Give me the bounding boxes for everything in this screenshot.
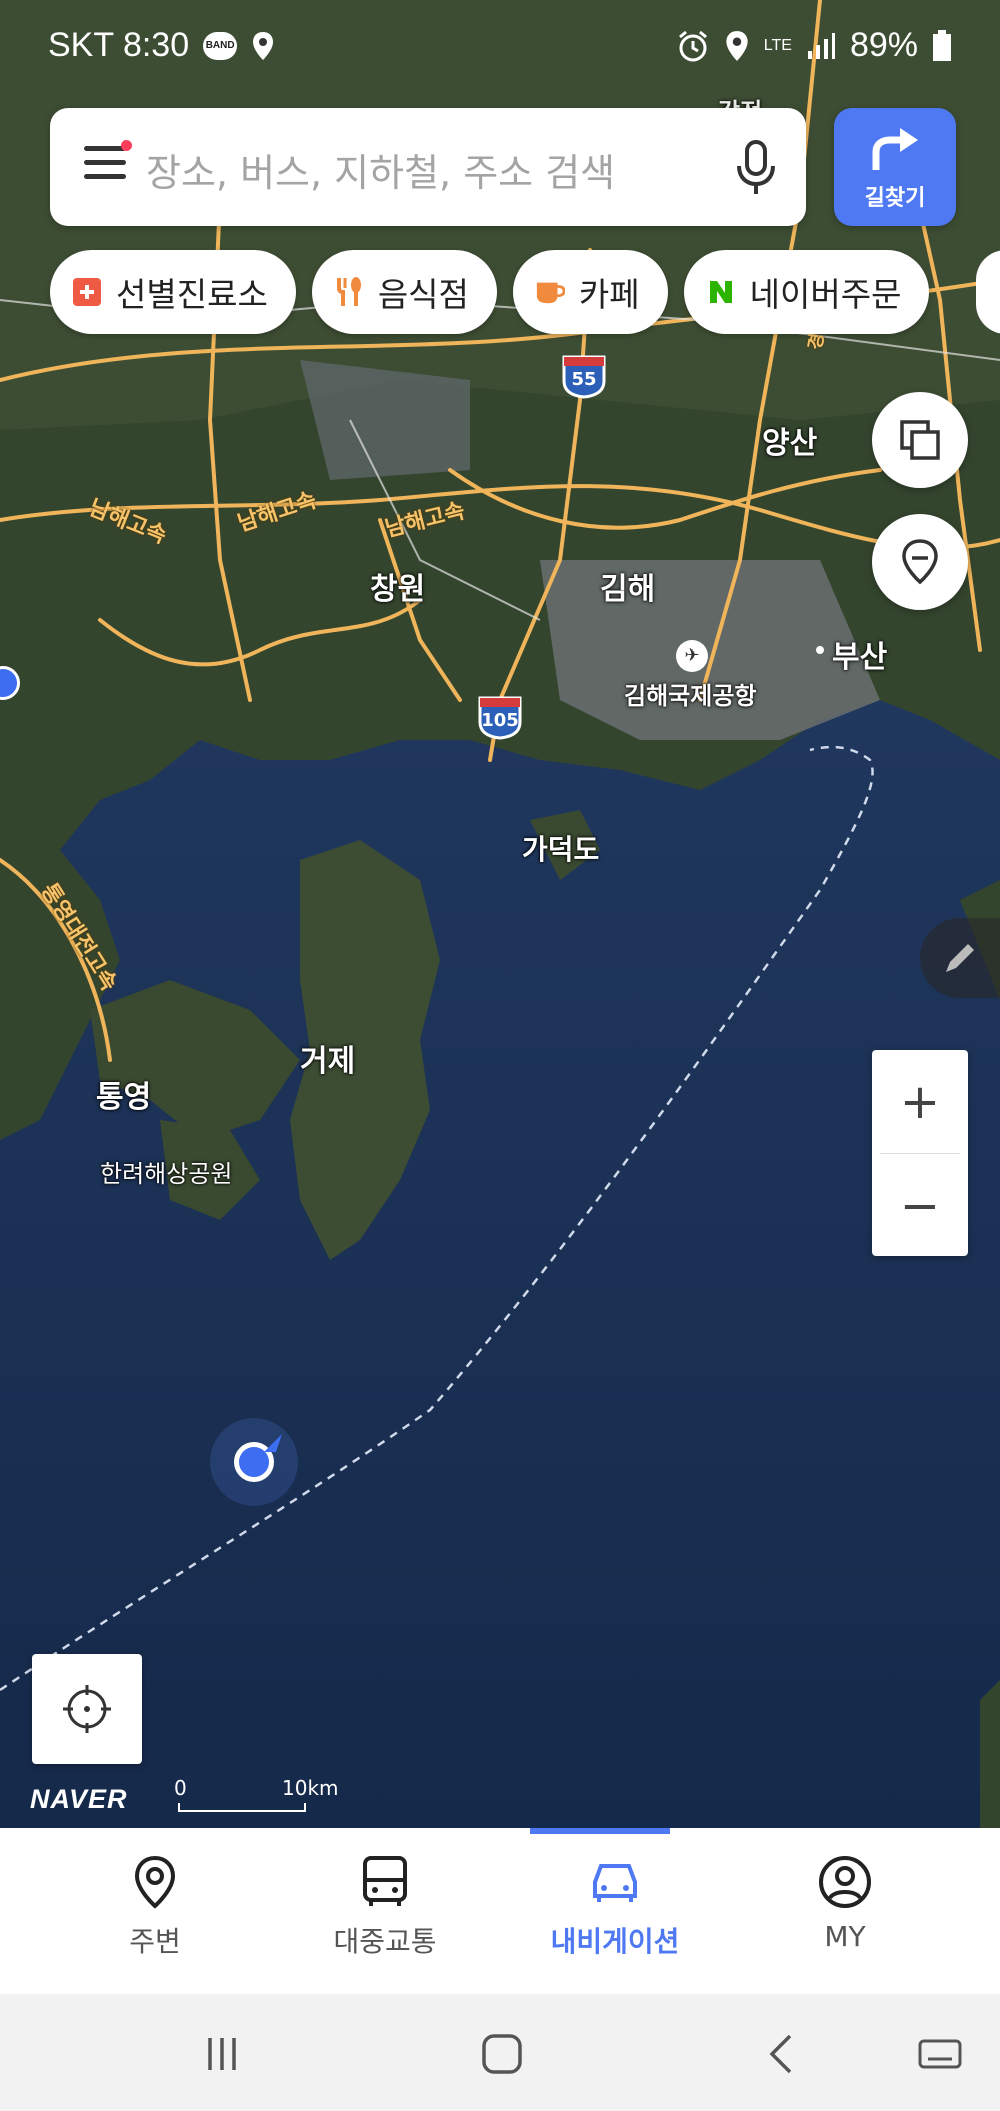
- system-nav-bar: [0, 1994, 1000, 2111]
- bottom-tab-bar: 주변 대중교통 내비게이션 MY: [0, 1828, 1000, 1994]
- chip-restaurant[interactable]: 음식점: [311, 250, 497, 334]
- status-bar: SKT 8:30 BAND LTE 89%: [0, 0, 1000, 90]
- battery-icon: [933, 29, 951, 61]
- chip-screening-clinic[interactable]: 선별진료소: [50, 250, 296, 334]
- tab-navigation[interactable]: 내비게이션: [500, 1828, 730, 1994]
- naver-n-icon: [706, 277, 736, 307]
- pin-outline-icon: [902, 539, 938, 585]
- category-chips: 선별진료소 음식점 카페 네이버주문: [50, 250, 930, 334]
- tab-label: 내비게이션: [550, 1925, 680, 1958]
- bus-icon: [363, 1856, 407, 1906]
- battery-percent: 89%: [849, 26, 918, 64]
- tab-my[interactable]: MY: [730, 1828, 960, 1994]
- place-label-hallyeo: 한려해상공원: [100, 1160, 233, 1188]
- crosshair-icon: [63, 1685, 111, 1733]
- layers-icon: [900, 420, 940, 460]
- tab-label: 대중교통: [333, 1925, 437, 1958]
- chip-label: 네이버주문: [749, 275, 902, 314]
- scale-zero: 0: [174, 1776, 187, 1800]
- current-location-button[interactable]: [32, 1654, 142, 1764]
- zoom-control: + −: [872, 1050, 968, 1256]
- turn-right-arrow-icon: [872, 128, 918, 170]
- chip-naver-order[interactable]: 네이버주문: [683, 250, 930, 334]
- tab-label: MY: [824, 1920, 866, 1953]
- carrier-time: SKT 8:30: [48, 26, 190, 64]
- place-label-tongyeong: 통영: [96, 1080, 152, 1115]
- highway-shield-105: 105: [476, 696, 524, 740]
- search-bar[interactable]: 장소, 버스, 지하철, 주소 검색: [50, 108, 806, 226]
- place-label-changwon: 창원: [370, 572, 426, 607]
- recents-icon: [208, 2038, 236, 2070]
- map-scale: 0 10km: [172, 1776, 339, 1812]
- map-layers-button[interactable]: [872, 392, 968, 488]
- current-location-marker: [210, 1418, 298, 1506]
- alarm-icon: [678, 30, 707, 61]
- place-label-busan: 부산: [832, 640, 888, 675]
- signal-icon: [807, 32, 835, 59]
- keyboard-button[interactable]: [900, 2024, 980, 2084]
- cup-icon: [535, 277, 565, 307]
- profile-icon: [819, 1856, 871, 1908]
- gps-icon: [726, 30, 748, 61]
- naver-logo: NAVER: [30, 1784, 128, 1814]
- location-status-icon: [253, 31, 274, 60]
- chip-cafe[interactable]: 카페: [512, 250, 668, 334]
- notification-dot: [121, 140, 132, 151]
- chip-label: 카페: [578, 275, 640, 314]
- place-label-yangsan: 양산: [762, 426, 818, 461]
- chip-label: 음식점: [377, 275, 469, 314]
- band-icon: BAND: [203, 31, 238, 60]
- app-root: 남해고속 남해고속 남해고속 통영대전고속 경부 55 105 감전 양산 창원…: [0, 0, 1000, 2111]
- utensils-icon: [334, 277, 364, 307]
- menu-icon[interactable]: [84, 140, 132, 188]
- airport-icon: ✈: [676, 640, 708, 672]
- chip-label: 선별진료소: [116, 275, 268, 314]
- place-label-gimhae: 김해: [600, 572, 656, 607]
- edit-button[interactable]: [920, 918, 1000, 998]
- tab-label: 주변: [129, 1925, 181, 1958]
- busan-dot: [816, 646, 824, 654]
- tab-nearby[interactable]: 주변: [40, 1828, 270, 1994]
- saved-places-button[interactable]: [872, 514, 968, 610]
- scale-bar: [178, 1803, 306, 1812]
- directions-button[interactable]: 길찾기: [834, 108, 956, 226]
- directions-label: 길찾기: [864, 186, 926, 211]
- heading-arrow-icon: [264, 1434, 282, 1452]
- location-pin-icon: [134, 1855, 176, 1909]
- microphone-icon[interactable]: [732, 138, 780, 198]
- recent-apps-button[interactable]: [182, 2024, 262, 2084]
- plus-cross-icon: [72, 277, 102, 307]
- car-icon: [593, 1864, 637, 1902]
- place-label-gadeokdo: 가덕도: [522, 833, 600, 866]
- keyboard-icon: [918, 2039, 962, 2069]
- place-label-geoje: 거제: [300, 1044, 356, 1079]
- home-icon: [482, 2034, 522, 2074]
- back-icon: [769, 2034, 792, 2074]
- zoom-out-button[interactable]: −: [872, 1154, 968, 1257]
- tab-transit[interactable]: 대중교통: [270, 1828, 500, 1994]
- home-button[interactable]: [462, 2024, 542, 2084]
- back-button[interactable]: [742, 2024, 822, 2084]
- pencil-icon: [946, 944, 974, 972]
- scale-km: 10km: [282, 1776, 339, 1800]
- network-type: LTE: [763, 36, 792, 54]
- search-input[interactable]: 장소, 버스, 지하철, 주소 검색: [146, 142, 615, 197]
- zoom-in-button[interactable]: +: [872, 1050, 968, 1153]
- highway-shield-55: 55: [560, 355, 608, 399]
- place-label-airport: 김해국제공항: [624, 682, 757, 710]
